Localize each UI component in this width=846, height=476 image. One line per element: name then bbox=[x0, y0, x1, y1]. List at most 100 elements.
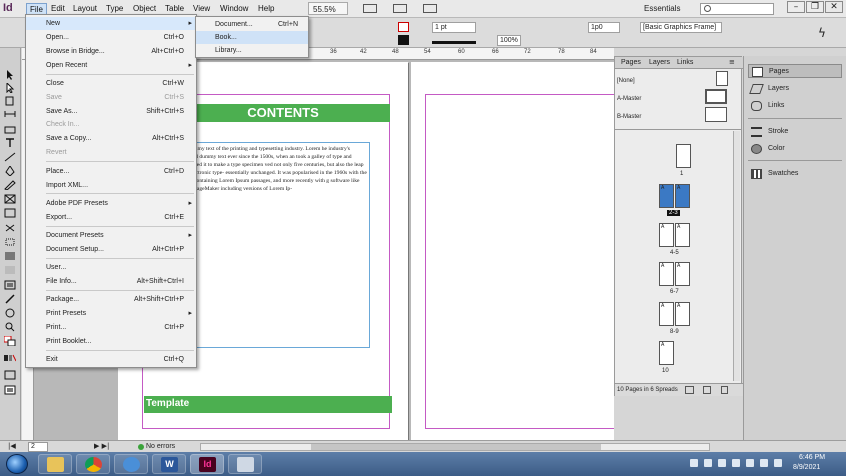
spacing-field[interactable]: 1p0 bbox=[588, 22, 620, 33]
menu-pdf-presets[interactable]: Adobe PDF Presets ▸ bbox=[26, 197, 196, 210]
page-thumb-4[interactable]: A bbox=[659, 223, 674, 247]
view-options-icon[interactable] bbox=[363, 4, 377, 13]
stroke-swatch-icon[interactable] bbox=[398, 22, 409, 32]
scissors-tool-icon[interactable] bbox=[4, 223, 16, 233]
line-tool-icon[interactable] bbox=[4, 152, 16, 162]
menu-print-presets[interactable]: Print Presets ▸ bbox=[26, 307, 196, 320]
tab-pages[interactable]: Pages bbox=[621, 59, 641, 66]
template-heading-bar[interactable]: Template bbox=[144, 396, 392, 413]
menu-type[interactable]: Type bbox=[106, 4, 123, 13]
next-page-button[interactable]: ▶ ▶| bbox=[94, 442, 109, 450]
apply-color-icon[interactable] bbox=[4, 353, 17, 363]
screen-mode-icon[interactable] bbox=[393, 4, 407, 13]
taskbar-paint[interactable] bbox=[228, 454, 262, 474]
dock-color[interactable]: Color bbox=[748, 142, 842, 156]
dock-layers[interactable]: Layers bbox=[748, 82, 842, 96]
zoom-tool-icon[interactable] bbox=[4, 322, 16, 332]
content-collector-icon[interactable] bbox=[4, 124, 16, 134]
menu-object[interactable]: Object bbox=[133, 4, 156, 13]
menu-print-booklet[interactable]: Print Booklet... bbox=[26, 335, 196, 348]
taskbar-word[interactable]: W bbox=[152, 454, 186, 474]
menu-open-recent[interactable]: Open Recent ▸ bbox=[26, 59, 196, 72]
submenu-book[interactable]: Book... bbox=[196, 31, 308, 44]
tab-links[interactable]: Links bbox=[677, 59, 693, 66]
page-number-field[interactable]: 2 bbox=[28, 442, 48, 452]
scrollbar-thumb[interactable] bbox=[311, 444, 601, 450]
master-a[interactable]: A-Master bbox=[617, 96, 641, 102]
menu-print[interactable]: Print... Ctrl+P bbox=[26, 321, 196, 334]
free-transform-tool-icon[interactable] bbox=[4, 237, 16, 247]
menu-browse-bridge[interactable]: Browse in Bridge... Alt+Ctrl+O bbox=[26, 45, 196, 58]
page-thumb-10[interactable]: A bbox=[659, 341, 674, 365]
hand-tool-icon[interactable] bbox=[4, 308, 16, 318]
start-button[interactable] bbox=[6, 454, 28, 474]
menu-save-as[interactable]: Save As... Shift+Ctrl+S bbox=[26, 105, 196, 118]
first-page-button[interactable]: |◀ bbox=[8, 442, 16, 450]
dock-links[interactable]: Links bbox=[748, 99, 842, 113]
master-none[interactable]: [None] bbox=[617, 78, 635, 84]
menu-view[interactable]: View bbox=[193, 4, 210, 13]
clock-date[interactable]: 8/9/2021 bbox=[793, 464, 820, 471]
menu-new[interactable]: New ▸ bbox=[26, 17, 196, 30]
normal-view-icon[interactable] bbox=[4, 370, 16, 380]
menu-table[interactable]: Table bbox=[165, 4, 184, 13]
tray-icon[interactable] bbox=[732, 459, 740, 467]
page-thumb-9[interactable]: A bbox=[675, 302, 690, 326]
dock-pages[interactable]: Pages bbox=[748, 64, 842, 78]
preflight-errors[interactable]: No errors bbox=[146, 443, 175, 450]
menu-user[interactable]: User... bbox=[26, 261, 196, 274]
help-search-input[interactable] bbox=[700, 3, 774, 15]
taskbar-explorer[interactable] bbox=[38, 454, 72, 474]
edit-page-size-icon[interactable] bbox=[685, 386, 694, 394]
gap-tool-icon[interactable] bbox=[4, 109, 16, 119]
direct-selection-tool-icon[interactable] bbox=[4, 81, 16, 94]
close-button[interactable]: ✕ bbox=[825, 1, 843, 13]
taskbar-indesign[interactable]: Id bbox=[190, 454, 224, 474]
page-thumb-3[interactable]: A bbox=[675, 184, 690, 208]
tray-icon[interactable] bbox=[718, 459, 726, 467]
page-thumb-2[interactable]: A bbox=[659, 184, 674, 208]
gradient-tool-icon[interactable] bbox=[4, 251, 16, 261]
pencil-tool-icon[interactable] bbox=[4, 180, 16, 191]
panel-menu-icon[interactable]: ≡ bbox=[729, 58, 735, 66]
menu-layout[interactable]: Layout bbox=[73, 4, 97, 13]
menu-edit[interactable]: Edit bbox=[51, 4, 65, 13]
battery-icon[interactable] bbox=[774, 459, 782, 467]
arrange-docs-icon[interactable] bbox=[423, 4, 437, 13]
gradient-feather-tool-icon[interactable] bbox=[4, 265, 16, 275]
page-thumb-8[interactable]: A bbox=[659, 302, 674, 326]
screen-mode-tool-icon[interactable] bbox=[4, 385, 16, 395]
workspace-switcher[interactable]: Essentials bbox=[644, 4, 680, 13]
menu-package[interactable]: Package... Alt+Shift+Ctrl+P bbox=[26, 293, 196, 306]
tab-layers[interactable]: Layers bbox=[649, 59, 670, 66]
object-style-dropdown[interactable]: [Basic Graphics Frame] bbox=[640, 22, 722, 33]
rectangle-tool-icon[interactable] bbox=[4, 208, 16, 218]
master-none-thumb[interactable] bbox=[716, 71, 728, 86]
zoom-dropdown[interactable]: 55.5% bbox=[308, 2, 348, 15]
menu-import-xml[interactable]: Import XML... bbox=[26, 179, 196, 192]
menu-help[interactable]: Help bbox=[258, 4, 274, 13]
body-text-frame[interactable]: ply dummy text of the printing and types… bbox=[176, 142, 370, 348]
menu-place[interactable]: Place... Ctrl+D bbox=[26, 165, 196, 178]
page-thumb-1[interactable] bbox=[676, 144, 691, 168]
stroke-weight-field[interactable]: 1 pt bbox=[432, 22, 476, 33]
pages-scrollbar[interactable] bbox=[733, 131, 740, 381]
fill-stroke-swatch-icon[interactable] bbox=[3, 335, 16, 347]
minimize-button[interactable]: – bbox=[787, 1, 805, 13]
eyedropper-tool-icon[interactable] bbox=[4, 294, 16, 304]
menu-close[interactable]: Close Ctrl+W bbox=[26, 77, 196, 90]
lightning-icon[interactable]: ϟ bbox=[818, 26, 826, 40]
note-tool-icon[interactable] bbox=[4, 280, 16, 290]
clock-time[interactable]: 6:46 PM bbox=[799, 454, 825, 461]
horizontal-scrollbar[interactable] bbox=[200, 443, 710, 451]
menu-open[interactable]: Open... Ctrl+O bbox=[26, 31, 196, 44]
page-tool-icon[interactable] bbox=[4, 96, 16, 106]
tray-icon[interactable] bbox=[704, 459, 712, 467]
type-tool-icon[interactable] bbox=[4, 138, 16, 148]
pen-tool-icon[interactable] bbox=[4, 165, 16, 177]
new-page-icon[interactable] bbox=[703, 386, 711, 394]
selection-tool-icon[interactable] bbox=[4, 70, 16, 80]
menu-window[interactable]: Window bbox=[220, 4, 248, 13]
opacity-field[interactable]: 100% bbox=[497, 35, 521, 46]
dock-stroke[interactable]: Stroke bbox=[748, 125, 842, 139]
